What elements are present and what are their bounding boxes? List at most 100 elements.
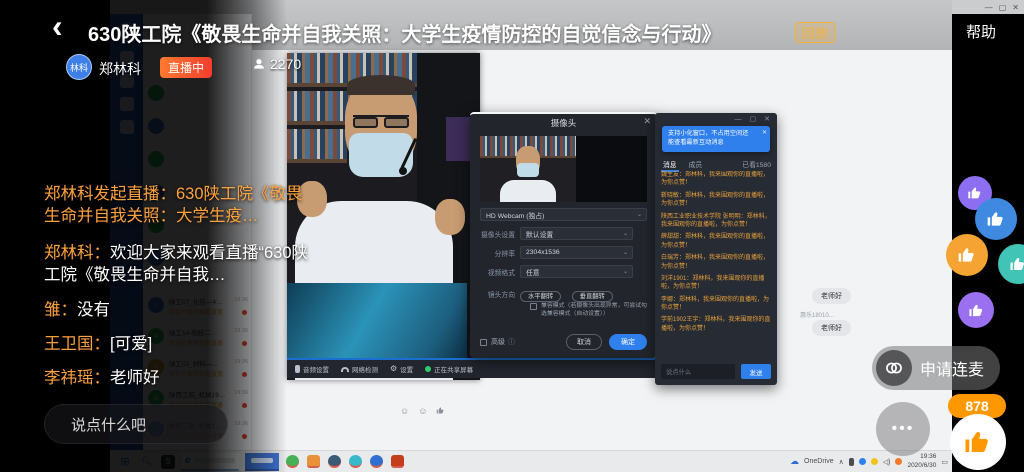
chat-input[interactable]: 说点什么吧 <box>44 404 228 444</box>
onedrive-cloud-icon: ☁ <box>790 456 799 467</box>
settings-button[interactable]: ⚙ 设置 <box>390 364 413 374</box>
webcam-settings-dialog: 摄像头 ✕ HD Webcam (独占) ⌄ 摄像头设置 <box>470 112 657 358</box>
request-mic-button[interactable]: 申请连麦 <box>872 346 1000 390</box>
camera-preview <box>480 136 647 202</box>
cancel-button[interactable]: 取消 <box>566 334 602 350</box>
live-message: 陕西工业职业技术学院 张明明：郑林科，我来围观你的直播啦，为你点赞！ <box>661 213 771 230</box>
app-icon-teal[interactable] <box>349 455 362 468</box>
close-icon[interactable]: ✕ <box>643 116 651 127</box>
flip-horizontal-button[interactable]: 水平翻转 <box>520 291 561 302</box>
live-message: 李娜：郑林科，我来围观你的直播啦，为你点赞！ <box>661 296 771 313</box>
wifi-icon <box>341 367 349 372</box>
app-icon-globe[interactable] <box>328 455 341 468</box>
live-message-panel: — ▢ ✕ 支持小化窗口，不占用空间还 能查看最新互动消息 ✕ 消息 成员 已看… <box>655 113 777 385</box>
viewed-count: 已看1580 <box>742 159 771 169</box>
camera-preset-select[interactable]: 默认设置 ⌄ <box>520 227 633 240</box>
camera-device-select[interactable]: HD Webcam (独占) ⌄ <box>480 208 647 221</box>
thumb-icon[interactable] <box>436 406 445 417</box>
title-badge: 回放 <box>795 22 835 43</box>
video-format-select[interactable]: 任意 ⌄ <box>520 265 633 278</box>
tray-mic-icon[interactable] <box>849 458 854 466</box>
emoji-icon[interactable]: ☺ <box>400 406 409 417</box>
chevron-down-icon: ⌄ <box>623 268 628 275</box>
onedrive-label: OneDrive <box>804 458 834 465</box>
tray-caret-icon[interactable]: ∧ <box>839 458 844 466</box>
close-icon[interactable]: ✕ <box>762 129 767 138</box>
chat-bubble: 老师好 <box>812 288 851 304</box>
floating-like-icon <box>946 234 988 276</box>
live-message-list[interactable]: 魏生友：郑林科，我来围观你的直播啦，为你点赞！ 靳晓敏：郑林科，我来围观你的直播… <box>661 171 771 355</box>
chat-message: 王卫国：[可爱] <box>44 334 316 356</box>
shared-window-controls[interactable]: — ▢ ✕ <box>952 0 1024 14</box>
speaker-icon[interactable]: ◁) <box>883 458 891 466</box>
advanced-checkbox[interactable] <box>480 339 487 346</box>
dialog-title: 摄像头 <box>551 117 577 129</box>
flip-vertical-button[interactable]: 垂直翻转 <box>572 291 613 302</box>
green-dot-icon <box>425 366 431 372</box>
live-badge: 直播中 <box>160 57 212 78</box>
resolution-select[interactable]: 2304x1536 ⌄ <box>520 246 633 259</box>
tray-icon-yellow[interactable] <box>871 458 878 465</box>
live-message: 刘洋1901：郑林科，我来围观你的直播啦，为你点赞！ <box>661 275 771 292</box>
live-title: 630陕工院《敬畏生命并自我关照：大学生疫情防控的自觉信念与行动》 <box>88 18 788 47</box>
viewer-icon <box>252 57 266 71</box>
presenter-body <box>500 180 556 202</box>
taskbar-clock[interactable]: 19:36 2020/6/30 <box>907 453 936 469</box>
app-icon-green[interactable] <box>286 455 299 468</box>
live-message: 薛甜甜：郑林科，我来围观你的直播啦，为你点赞！ <box>661 233 771 250</box>
face-mask <box>517 163 539 177</box>
chat-bubble: 老师好 <box>812 320 851 336</box>
presenter-hand <box>435 199 465 235</box>
chat-message: 李祎瑶：老师好 <box>44 368 316 390</box>
back-button[interactable]: ‹ <box>52 10 63 42</box>
live-message: 学前1902王宇：郑林科，我来围观你的直播啦，为你点赞！ <box>661 316 771 333</box>
info-icon: ⓘ <box>508 337 515 347</box>
ok-button[interactable]: 确定 <box>609 334 647 350</box>
compat-mode-checkbox[interactable] <box>530 303 537 310</box>
presenter-hair <box>347 75 415 95</box>
minimize-icon: — <box>985 3 993 12</box>
viewer-count: 2270 <box>252 56 301 72</box>
system-tray: ☁ OneDrive ∧ ◁) 19:36 2020/6/30 ▭ <box>790 453 948 469</box>
gear-icon: ⚙ <box>390 366 397 372</box>
network-test-button[interactable]: 网络检测 <box>341 364 378 374</box>
powerpoint-icon[interactable] <box>391 455 404 468</box>
thumb-icon <box>963 427 993 457</box>
live-assistant-toolbar: 音频设置 网络检测 ⚙ 设置 正在共享屏幕 <box>287 358 657 378</box>
glasses <box>353 115 409 128</box>
tab-messages[interactable]: 消息 <box>663 159 677 169</box>
chat-message: 郑林科：欢迎大家来观看直播“630陕工院《敬畏生命并自我… <box>44 243 316 287</box>
live-message: 白瑞芳：郑林科，我来围观你的直播啦，为你点赞！ <box>661 254 771 271</box>
bookshelf <box>287 129 347 163</box>
chat-message: 雏：没有 <box>44 300 316 322</box>
close-icon: ✕ <box>1012 3 1019 12</box>
emoji-icon[interactable]: ☺ <box>418 406 427 417</box>
chat-message: 郑林科发起直播：630陕工院《敬畏生命并自我关照：大学生疫… <box>44 184 316 228</box>
app-icon-home[interactable] <box>307 455 320 468</box>
tray-icon-blue[interactable] <box>859 458 866 465</box>
chevron-down-icon: ⌄ <box>637 211 642 218</box>
live-message: 靳晓敏：郑林科，我来围观你的直播啦，为你点赞！ <box>661 192 771 209</box>
window-controls[interactable]: — ▢ ✕ <box>735 115 773 123</box>
action-center-icon[interactable]: ▭ <box>941 458 948 466</box>
sharing-status: 正在共享屏幕 <box>425 364 473 374</box>
floating-like-icon <box>975 198 1017 240</box>
streamer-name: 郑林科 <box>99 59 141 79</box>
streamer-avatar[interactable]: 林科 <box>66 54 92 80</box>
floating-like-icon <box>998 244 1024 284</box>
chevron-down-icon: ⌄ <box>623 249 628 256</box>
live-message: 魏生友：郑林科，我来围观你的直播啦，为你点赞！ <box>661 171 771 188</box>
minimize-tooltip: 支持小化窗口，不占用空间还 能查看最新互动消息 ✕ <box>662 126 770 152</box>
app-icon-blue[interactable] <box>370 455 383 468</box>
chevron-down-icon: ⌄ <box>623 230 628 237</box>
sender-label: 惠乐18010… <box>800 310 835 319</box>
maximize-icon: ▢ <box>999 3 1007 12</box>
tab-members[interactable]: 成员 <box>689 159 703 169</box>
like-button[interactable] <box>950 414 1006 470</box>
help-button[interactable]: 帮助 <box>966 21 996 42</box>
tray-icon-orange[interactable] <box>895 458 902 465</box>
chat-input-toolbar[interactable]: ☺ ☺ <box>400 406 445 417</box>
panel-message-input[interactable]: 说点什么 <box>661 364 735 379</box>
more-button[interactable]: ••• <box>876 402 930 456</box>
send-button[interactable]: 发送 <box>741 364 771 379</box>
